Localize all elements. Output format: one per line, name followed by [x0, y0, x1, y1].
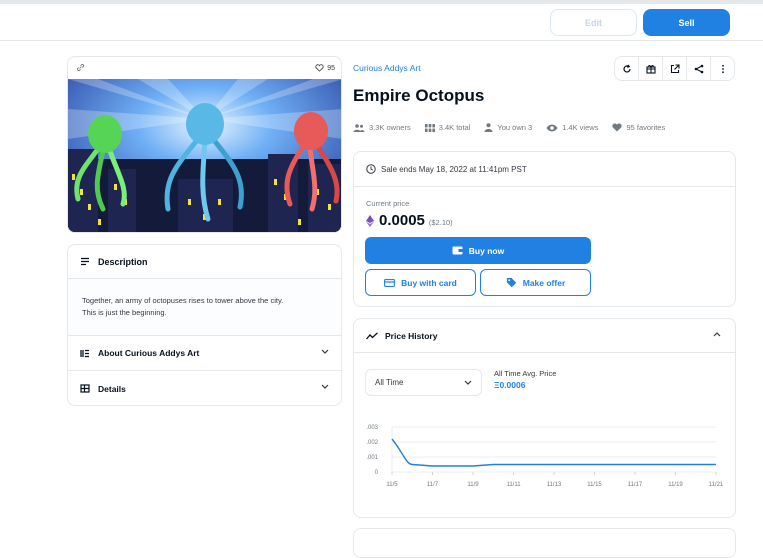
favorite-button[interactable]: 95 — [315, 64, 335, 72]
time-range-select[interactable]: All Time — [365, 369, 482, 396]
price-history-chart[interactable]: .003 .002 .001 0 11/5 11/7 11/9 11/11 11/13 11/15… — [360, 419, 730, 499]
asset-artwork-image[interactable] — [68, 79, 342, 233]
price-row: 0.0005 ($2.10) — [366, 212, 453, 229]
sale-panel: Sale ends May 18, 2022 at 11:41pm PST Cu… — [353, 151, 736, 307]
asset-title: Empire Octopus — [353, 86, 485, 105]
edit-button[interactable]: Edit — [550, 9, 637, 36]
chart-x-tick-label: 11/13 — [547, 482, 562, 488]
you-own-stat: You own 3 — [484, 123, 532, 132]
refresh-icon — [622, 63, 631, 73]
person-icon — [484, 123, 493, 132]
views-stat: 1.4K views — [546, 123, 598, 132]
more-options-button[interactable] — [711, 57, 734, 80]
owner-action-bar: Edit Sell — [0, 4, 763, 41]
chevron-up-icon — [713, 332, 721, 337]
accordion-label: About Curious Addys Art — [98, 348, 200, 358]
eye-icon — [546, 124, 558, 131]
current-price: 0.0005 — [379, 212, 425, 229]
description-text: Together, an army of octopuses rises to … — [68, 279, 341, 336]
sale-end-row: Sale ends May 18, 2022 at 11:41pm PST — [354, 152, 735, 187]
accordion-details[interactable]: Details — [68, 371, 341, 406]
asset-toolbar — [614, 56, 735, 81]
share-icon — [694, 64, 703, 73]
tag-icon — [506, 278, 516, 288]
chart-y-tick-label: 0 — [375, 470, 379, 476]
chart-x-tick-label: 11/9 — [467, 482, 479, 488]
buy-with-card-button[interactable]: Buy with card — [365, 269, 476, 296]
heart-icon — [612, 123, 623, 132]
chain-link-icon — [76, 63, 85, 74]
make-offer-label: Make offer — [522, 277, 566, 288]
asset-image-card: 95 — [67, 56, 342, 233]
heart-icon — [315, 64, 324, 72]
sale-end-text: Sale ends May 18, 2022 at 11:41pm PST — [381, 164, 527, 174]
buy-now-button[interactable]: Buy now — [365, 237, 591, 264]
chart-x-tick-label: 11/17 — [628, 482, 643, 488]
chevron-down-icon — [321, 384, 329, 389]
ethereum-icon — [366, 214, 374, 227]
next-panel-edge — [353, 528, 736, 558]
description-panel: Description Together, an army of octopus… — [67, 244, 342, 406]
chart-x-tick-label: 11/7 — [427, 482, 439, 488]
chevron-down-icon — [464, 380, 472, 385]
trend-line-icon — [366, 331, 378, 339]
buy-now-label: Buy now — [468, 245, 505, 256]
people-icon — [353, 123, 365, 132]
price-usd: ($2.10) — [428, 217, 453, 227]
details-grid-icon — [80, 384, 90, 393]
list-details-icon — [80, 349, 89, 357]
current-price-label: Current price — [366, 199, 410, 208]
sell-button[interactable]: Sell — [643, 9, 730, 36]
price-history-title: Price History — [385, 330, 438, 341]
description-title: Description — [98, 256, 148, 267]
views-count: 1.4K views — [562, 123, 599, 132]
description-line: This is just the beginning. — [82, 308, 167, 317]
chart-series-line — [391, 438, 716, 467]
make-offer-button[interactable]: Make offer — [480, 269, 591, 296]
chart-x-tick-label: 11/19 — [668, 482, 683, 488]
transfer-button[interactable] — [639, 57, 663, 80]
favorites-stat[interactable]: 95 favorites — [612, 123, 665, 132]
favorite-count: 95 — [327, 64, 335, 72]
accordion-about-collection[interactable]: About Curious Addys Art — [68, 336, 341, 371]
price-history-panel: Price History All Time All Time Avg. Pri… — [353, 318, 736, 518]
more-vertical-icon — [721, 64, 724, 73]
asset-stats: 3.3K owners 3.4K total You own 3 1.4K vi… — [353, 123, 665, 132]
owners-stat[interactable]: 3.3K owners — [353, 123, 411, 132]
chart-x-tick-label: 11/21 — [709, 482, 724, 488]
share-button[interactable] — [687, 57, 711, 80]
chart-y-tick-label: .003 — [366, 425, 378, 431]
grid-icon — [424, 123, 435, 132]
chart-y-tick-label: .001 — [366, 455, 378, 461]
clock-icon — [366, 164, 376, 174]
gift-icon — [645, 64, 656, 74]
chart-x-tick-label: 11/11 — [506, 482, 521, 488]
collection-link[interactable]: Curious Addys Art — [353, 63, 421, 73]
chart-x-tick-label: 11/5 — [386, 482, 398, 488]
open-external-button[interactable] — [663, 57, 687, 80]
chevron-down-icon — [321, 349, 329, 354]
image-card-header: 95 — [68, 57, 341, 79]
avg-price-value: Ξ0.0006 — [494, 380, 526, 390]
chart-x-tick-label: 11/15 — [587, 482, 602, 488]
you-own-count: You own 3 — [497, 123, 533, 132]
price-history-header[interactable]: Price History — [354, 319, 735, 353]
description-header[interactable]: Description — [68, 245, 341, 279]
total-stat: 3.4K total — [424, 123, 471, 132]
favorites-count: 95 favorites — [626, 123, 666, 132]
text-lines-icon — [81, 257, 89, 266]
wallet-icon — [452, 246, 463, 255]
description-line: Together, an army of octopuses rises to … — [82, 296, 284, 305]
total-count: 3.4K total — [438, 123, 471, 132]
refresh-button[interactable] — [615, 57, 639, 80]
time-range-value: All Time — [375, 378, 404, 387]
buy-with-card-label: Buy with card — [401, 277, 457, 288]
chart-y-tick-label: .002 — [366, 440, 378, 446]
avg-price-label: All Time Avg. Price — [494, 369, 557, 378]
external-link-icon — [670, 63, 680, 73]
credit-card-icon — [384, 278, 396, 287]
accordion-label: Details — [98, 383, 126, 394]
owners-count: 3.3K owners — [369, 123, 411, 132]
